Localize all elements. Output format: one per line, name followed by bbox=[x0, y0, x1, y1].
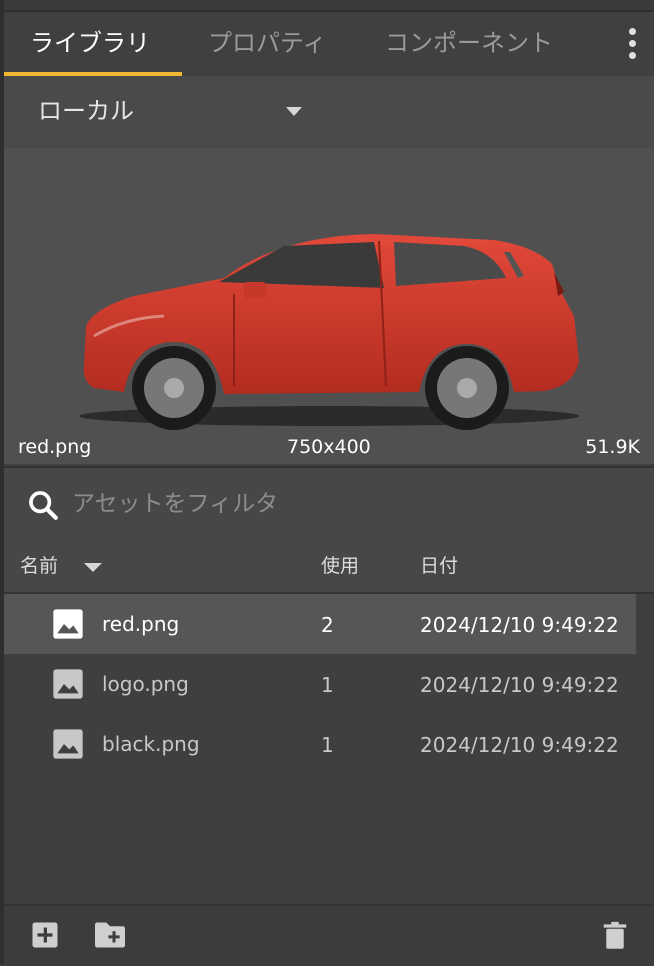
asset-uses: 2 bbox=[321, 613, 334, 637]
asset-uses: 1 bbox=[321, 733, 334, 757]
asset-date: 2024/12/10 9:49:22 bbox=[420, 613, 619, 637]
trash-icon[interactable] bbox=[600, 920, 630, 950]
library-panel: ライブラリ プロパティ コンポーネント ローカル red.png 750x400… bbox=[4, 0, 654, 966]
tab-components[interactable]: コンポーネント bbox=[385, 12, 553, 76]
asset-name: logo.png bbox=[102, 672, 189, 696]
table-row[interactable]: logo.png 1 2024/12/10 9:49:22 bbox=[4, 654, 636, 714]
column-header-name[interactable]: 名前 bbox=[20, 540, 58, 592]
tab-properties[interactable]: プロパティ bbox=[208, 12, 327, 76]
panel-top-border bbox=[4, 0, 654, 12]
folder-plus-icon[interactable] bbox=[92, 920, 128, 950]
add-icon[interactable] bbox=[30, 920, 60, 950]
source-dropdown[interactable]: ローカル bbox=[4, 76, 654, 148]
search-icon bbox=[29, 491, 58, 520]
table-row[interactable]: black.png 1 2024/12/10 9:49:22 bbox=[4, 714, 636, 774]
image-icon bbox=[53, 669, 83, 699]
preview-dimensions: 750x400 bbox=[287, 436, 371, 458]
table-header: 名前 使用 日付 bbox=[4, 540, 654, 594]
kebab-menu-icon[interactable] bbox=[626, 28, 638, 62]
asset-uses: 1 bbox=[321, 673, 334, 697]
image-icon bbox=[53, 609, 83, 639]
car-image bbox=[79, 216, 579, 430]
asset-date: 2024/12/10 9:49:22 bbox=[420, 733, 619, 757]
table-row[interactable]: red.png 2 2024/12/10 9:49:22 bbox=[4, 594, 636, 654]
filter-bar bbox=[4, 466, 654, 542]
asset-filter-input[interactable] bbox=[70, 480, 634, 528]
source-dropdown-value: ローカル bbox=[38, 97, 134, 125]
asset-name: red.png bbox=[102, 612, 180, 636]
chevron-down-icon[interactable] bbox=[286, 107, 302, 116]
sort-caret-icon[interactable] bbox=[84, 563, 102, 572]
image-icon bbox=[53, 729, 83, 759]
tab-library[interactable]: ライブラリ bbox=[30, 12, 150, 76]
preview-info-bar: red.png 750x400 51.9K bbox=[4, 430, 654, 462]
preview-filesize: 51.9K bbox=[585, 436, 640, 458]
asset-name: black.png bbox=[102, 732, 200, 756]
bottom-toolbar bbox=[4, 904, 654, 966]
asset-date: 2024/12/10 9:49:22 bbox=[420, 673, 619, 697]
column-header-date[interactable]: 日付 bbox=[420, 540, 458, 592]
tab-bar: ライブラリ プロパティ コンポーネント bbox=[4, 12, 654, 76]
preview-filename: red.png bbox=[18, 436, 92, 458]
column-header-uses[interactable]: 使用 bbox=[321, 540, 359, 592]
asset-preview: red.png 750x400 51.9K bbox=[4, 148, 654, 464]
